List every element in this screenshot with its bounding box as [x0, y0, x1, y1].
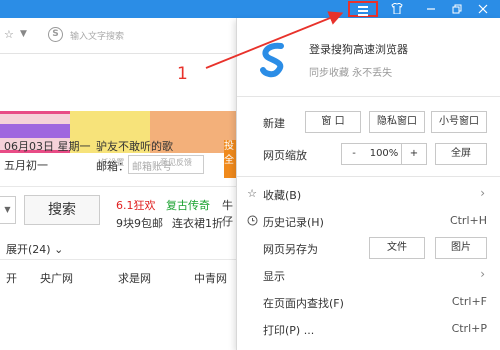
skin-icon[interactable]: [384, 0, 410, 18]
close-icon-svg: [478, 4, 488, 14]
menu-item-history[interactable]: 历史记录(H) Ctrl+H: [237, 209, 500, 234]
skin-icon-svg: [391, 2, 403, 15]
close-icon[interactable]: [470, 0, 496, 18]
zoom-label: 网页缩放: [263, 149, 307, 162]
menu-separator: [237, 96, 500, 97]
promo-link[interactable]: 连衣裙1折: [172, 215, 223, 231]
new-private-window-button[interactable]: 隐私窗口: [369, 111, 425, 133]
menu-bar-line: [358, 10, 368, 12]
search-input[interactable]: 输入文字搜索: [70, 29, 124, 42]
save-image-button[interactable]: 图片: [435, 237, 487, 259]
promo-link[interactable]: 复古传奇: [166, 197, 210, 213]
annotation-number: 1: [177, 64, 188, 84]
main-menu-button[interactable]: [348, 1, 378, 17]
site-link[interactable]: 求是网: [118, 270, 151, 286]
zoom-in-button[interactable]: +: [401, 143, 427, 165]
news-link[interactable]: 驴友不敢听的歌: [96, 138, 173, 154]
menu-item-label: 在页面内查找(F): [263, 297, 344, 310]
browser-titlebar: [0, 0, 500, 18]
menu-item-shortcut: Ctrl+P: [451, 322, 487, 335]
promo-link[interactable]: 牛仔: [222, 197, 236, 229]
lunar-date-text: 五月初一: [4, 159, 48, 172]
menu-separator: [237, 176, 500, 177]
address-bar: ☆ ▼ S 输入文字搜索: [0, 18, 232, 54]
chevron-right-icon: ›: [480, 267, 485, 281]
search-button[interactable]: 搜索: [24, 195, 100, 225]
menu-bar-line: [358, 14, 368, 16]
promo-link[interactable]: 9块9包邮: [116, 215, 163, 231]
menu-item-print[interactable]: 打印(P) ... Ctrl+P: [237, 317, 500, 342]
login-title[interactable]: 登录搜狗高速浏览器: [309, 41, 408, 57]
mail-label: 邮箱：: [96, 160, 129, 173]
menu-item-display[interactable]: 显示 ›: [237, 263, 500, 288]
new-alt-window-button[interactable]: 小号窗口: [431, 111, 487, 133]
expand-button[interactable]: 展开(24) ⌄: [6, 241, 63, 257]
sogou-search-icon[interactable]: S: [48, 27, 63, 42]
zoom-value: 100%: [366, 143, 402, 165]
site-link[interactable]: 央广网: [40, 270, 73, 286]
restore-icon-svg: [452, 4, 462, 14]
dropdown-caret-icon[interactable]: ▼: [20, 29, 27, 39]
fullscreen-button[interactable]: 全屏: [435, 143, 487, 165]
menu-bar-line: [358, 6, 368, 8]
menu-item-label: 收藏(B): [263, 189, 302, 202]
save-file-button[interactable]: 文件: [369, 237, 425, 259]
menu-item-label: 网页另存为: [263, 243, 318, 256]
menu-item-favorites[interactable]: ☆ 收藏(B) ›: [237, 182, 500, 207]
favorite-star-icon[interactable]: ☆: [4, 28, 14, 41]
menu-item-label: 历史记录(H): [263, 216, 324, 229]
minimize-icon-svg: [427, 8, 435, 10]
menu-item-shortcut: Ctrl+F: [451, 295, 487, 308]
menu-item-shortcut: Ctrl+H: [449, 214, 487, 227]
sogou-browser-logo-icon[interactable]: [255, 40, 293, 78]
site-link[interactable]: 开: [6, 270, 17, 286]
promo-badge[interactable]: 投全: [224, 140, 236, 178]
mail-input[interactable]: 邮箱账号: [128, 155, 204, 174]
logo-svg: [260, 42, 284, 78]
divider: [0, 186, 236, 187]
new-window-button[interactable]: 窗 口: [305, 111, 361, 133]
promo-link[interactable]: 6.1狂欢: [116, 197, 156, 213]
login-subtitle: 同步收藏 永不丢失: [309, 68, 393, 79]
menu-item-label: 打印(P) ...: [263, 324, 315, 337]
expand-label: 展开(24): [6, 243, 51, 256]
engine-dropdown-icon[interactable]: ▼: [0, 196, 16, 224]
zoom-out-button[interactable]: -: [341, 143, 367, 165]
minimize-icon[interactable]: [418, 0, 444, 18]
divider: [0, 259, 236, 260]
banner-block: [0, 124, 70, 138]
browser-main-menu: 登录搜狗高速浏览器 同步收藏 永不丢失 新建 窗 口 隐私窗口 小号窗口 网页缩…: [236, 18, 500, 350]
chevron-right-icon: ›: [480, 186, 485, 200]
clock-icon: [245, 214, 259, 229]
restore-icon[interactable]: [444, 0, 470, 18]
clock-icon-svg: [247, 215, 257, 226]
menu-item-find[interactable]: 在页面内查找(F) Ctrl+F: [237, 290, 500, 315]
web-page-content: I任设置 意见反馈 06月03日 星期一 五月初一 驴友不敢听的歌 邮箱： 邮箱…: [0, 55, 236, 350]
menu-item-label: 显示: [263, 270, 285, 283]
star-icon: ☆: [247, 187, 257, 200]
new-label: 新建: [263, 117, 285, 130]
date-text: 06月03日 星期一: [4, 140, 91, 153]
site-link[interactable]: 中青网: [194, 270, 227, 286]
